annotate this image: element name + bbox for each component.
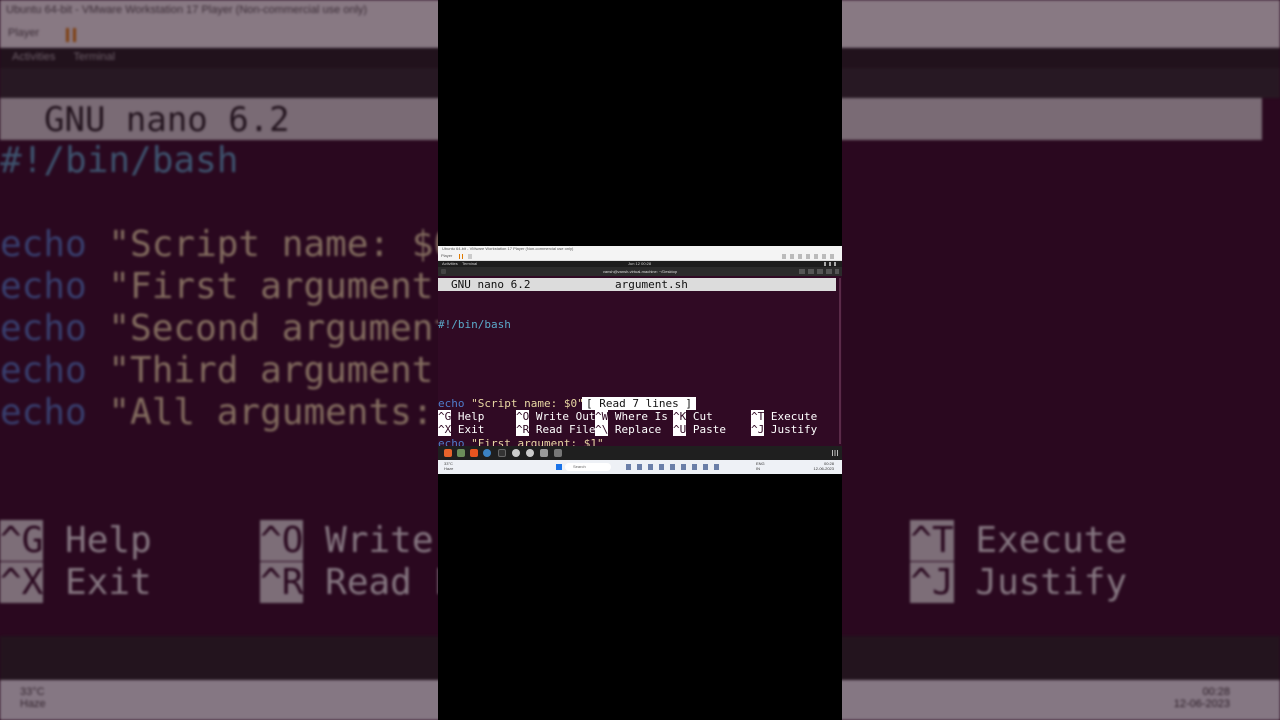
nano-status: [ Read 7 lines ]	[582, 397, 696, 411]
shortcut-cut[interactable]: ^K Cut	[673, 410, 713, 423]
shortcut-execute[interactable]: ^T Execute	[751, 410, 817, 423]
shortcut-where-is[interactable]: ^W Where Is	[595, 410, 668, 423]
disc-icon[interactable]	[512, 449, 520, 457]
toolbar-icons[interactable]	[468, 254, 492, 259]
nano-version: GNU nano 6.2	[451, 278, 531, 291]
new-tab-icon[interactable]	[441, 269, 446, 274]
vmware-toolbar: Player	[438, 252, 842, 261]
weather-widget[interactable]: 33°C Haze	[444, 461, 453, 471]
files-icon[interactable]	[457, 449, 465, 457]
window-controls[interactable]	[799, 269, 839, 274]
windows-start-icon[interactable]	[556, 464, 562, 470]
code-line: #!/bin/bash	[438, 317, 511, 331]
windows-taskbar: 33°C Haze Search ENG IN 00:28 12-06-2023	[438, 460, 842, 474]
ubuntu-dock	[438, 446, 842, 460]
taskbar-clock[interactable]: 00:28 12-06-2023	[814, 461, 834, 471]
nano-header: GNU nano 6.2 argument.sh	[438, 278, 836, 291]
terminal-title: vansh@vansh-virtual-machine: ~/Desktop	[602, 269, 678, 274]
firefox-icon[interactable]	[444, 449, 452, 457]
nano-editor[interactable]: GNU nano 6.2 argument.sh #!/bin/bash ech…	[438, 276, 842, 450]
pause-icon[interactable]	[459, 254, 463, 259]
drive-icon[interactable]	[540, 449, 548, 457]
terminal-scrollbar[interactable]	[839, 278, 841, 444]
shortcut-help[interactable]: ^G Help	[438, 410, 484, 423]
device-icons[interactable]	[782, 254, 838, 259]
shortcut-read-file[interactable]: ^R Read File	[516, 423, 595, 437]
taskbar-search[interactable]: Search	[565, 463, 611, 471]
shortcut-exit[interactable]: ^X Exit	[438, 423, 484, 437]
trash-icon[interactable]	[554, 449, 562, 457]
language-indicator[interactable]: ENG IN	[756, 461, 765, 471]
shortcut-justify[interactable]: ^J Justify	[751, 423, 817, 437]
shortcut-replace[interactable]: ^\ Replace	[595, 423, 661, 437]
shortcut-write-out[interactable]: ^O Write Out	[516, 410, 595, 423]
vm-screen: Ubuntu 64-bit - VMware Workstation 17 Pl…	[438, 246, 842, 474]
app-grid-icon[interactable]	[832, 450, 838, 456]
nano-filename: argument.sh	[615, 278, 688, 291]
taskbar-apps[interactable]	[626, 464, 722, 470]
player-menu[interactable]: Player	[441, 253, 452, 258]
shortcut-paste[interactable]: ^U Paste	[673, 423, 726, 437]
software-icon[interactable]	[470, 449, 478, 457]
terminal-headerbar: vansh@vansh-virtual-machine: ~/Desktop	[438, 267, 842, 276]
disc-icon[interactable]	[526, 449, 534, 457]
system-tray-icons[interactable]	[824, 262, 838, 266]
terminal-icon[interactable]	[498, 449, 506, 457]
help-icon[interactable]	[483, 449, 491, 457]
